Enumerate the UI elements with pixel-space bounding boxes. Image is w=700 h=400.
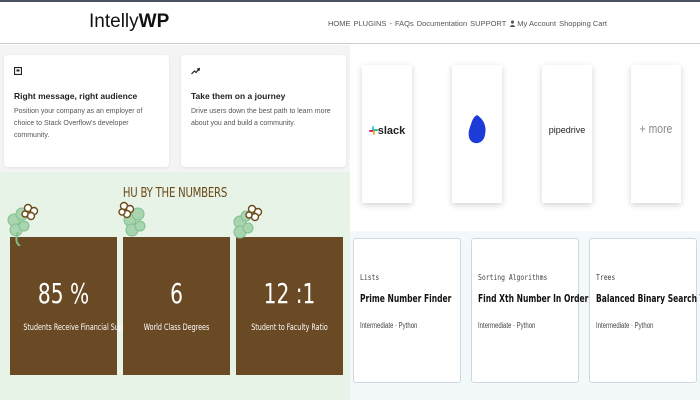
- page: IntellyWP HOME PLUGINS - FAQs Documentat…: [0, 0, 700, 400]
- nav-shopping-cart[interactable]: Shopping Cart: [559, 19, 607, 28]
- slack-logo: slack: [362, 125, 412, 137]
- integrations-row: slack pipedrive + more: [350, 45, 700, 231]
- logo-prefix: Intelly: [89, 11, 139, 32]
- course-title: Find Xth Number In Order: [478, 293, 589, 305]
- nav-plugins[interactable]: PLUGINS: [354, 19, 387, 28]
- course-meta: Intermediate · Python: [360, 321, 418, 330]
- slack-wordmark: slack: [377, 125, 406, 137]
- nav-home[interactable]: HOME: [328, 19, 351, 28]
- blue-blob-icon: [468, 115, 486, 144]
- course-category: Lists: [360, 273, 380, 282]
- trend-up-icon: [191, 67, 336, 81]
- course-title: Balanced Binary Search Tree: [596, 293, 700, 305]
- top-header: IntellyWP HOME PLUGINS - FAQs Documentat…: [0, 0, 700, 44]
- course-meta: Intermediate · Python: [478, 321, 536, 330]
- message-icon: [13, 66, 159, 81]
- numbers-title: HU BY THE NUMBERS: [122, 186, 228, 201]
- stat-label: World Class Degrees: [143, 323, 210, 333]
- course-meta: Intermediate · Python: [596, 321, 654, 330]
- numbers-section: HU BY THE NUMBERS 85 % Students Receive …: [0, 172, 350, 400]
- stat-card: 6 World Class Degrees: [123, 237, 230, 375]
- nav-faqs[interactable]: FAQs: [395, 19, 414, 28]
- stat-card: 85 % Students Receive Financial Support: [10, 237, 136, 375]
- feature-card-journey: Take them on a journey Drive users down …: [181, 55, 346, 167]
- stat-value: 12 :1: [263, 277, 316, 310]
- clover-icon: [118, 201, 146, 237]
- integration-card-blob[interactable]: [452, 65, 502, 203]
- feature-title: Right message, right audience: [14, 91, 138, 101]
- feature-card-message: Right message, right audience Position y…: [4, 55, 169, 167]
- integration-card-pipedrive[interactable]: pipedrive: [542, 65, 592, 203]
- nav-support[interactable]: SUPPORT: [470, 19, 506, 28]
- feature-text: Position your company as an employer of …: [14, 108, 143, 139]
- more-integrations: + more: [639, 121, 673, 136]
- clover-icon: [7, 203, 39, 246]
- course-category: Trees: [596, 273, 616, 282]
- nav-documentation[interactable]: Documentation: [417, 19, 467, 28]
- course-card[interactable]: Sorting Algorithms Find Xth Number In Or…: [471, 238, 589, 383]
- slack-icon: [368, 126, 378, 135]
- main-nav: HOME PLUGINS - FAQs Documentation SUPPOR…: [328, 19, 607, 28]
- left-panel: Right message, right audience Position y…: [0, 45, 350, 400]
- stat-card: 12 :1 Student to Faculty Ratio: [236, 237, 343, 375]
- course-card[interactable]: Trees Balanced Binary Search Tree Interm…: [589, 238, 700, 383]
- right-panel: slack pipedrive + more Lists Prime Numbe…: [350, 45, 700, 400]
- feature-title: Take them on a journey: [191, 91, 286, 101]
- stat-label: Students Receive Financial Support: [23, 323, 136, 333]
- integration-card-slack[interactable]: slack: [362, 65, 412, 203]
- stat-value: 6: [170, 277, 183, 310]
- site-logo[interactable]: IntellyWP: [89, 11, 169, 33]
- feature-text: Drive users down the best path to learn …: [191, 108, 331, 127]
- course-category: Sorting Algorithms: [478, 273, 548, 282]
- clover-icon: [233, 204, 263, 239]
- nav-my-account[interactable]: My Account: [509, 19, 556, 28]
- pipedrive-logo: pipedrive: [548, 125, 586, 135]
- nav-separator: -: [389, 19, 392, 28]
- nav-my-account-label: My Account: [517, 19, 557, 28]
- course-title: Prime Number Finder: [360, 293, 452, 305]
- logo-suffix: WP: [138, 11, 170, 32]
- stat-value: 85 %: [37, 277, 90, 310]
- course-card[interactable]: Lists Prime Number Finder Intermediate ·…: [353, 238, 461, 383]
- integration-card-more[interactable]: + more: [631, 65, 681, 203]
- blob-logo: [452, 115, 502, 148]
- user-icon: [509, 20, 516, 27]
- stat-label: Student to Faculty Ratio: [251, 323, 328, 333]
